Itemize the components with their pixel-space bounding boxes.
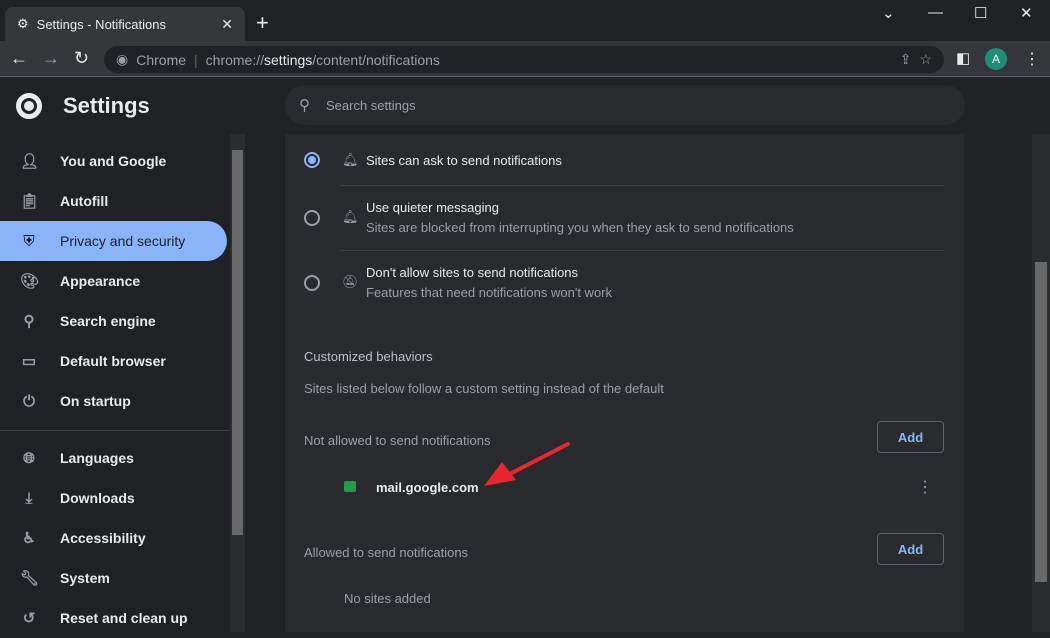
url-text: chrome://settings/content/notifications: [206, 52, 440, 68]
section-description: Sites listed below follow a custom setti…: [304, 381, 664, 396]
blocked-label: Not allowed to send notifications: [304, 433, 491, 448]
sidebar-item-label: Search engine: [60, 313, 156, 329]
address-bar[interactable]: ◉ Chrome | chrome://settings/content/not…: [104, 46, 944, 73]
tab-title: Settings - Notifications: [36, 16, 166, 32]
page-title: Settings: [63, 93, 150, 118]
power-icon: ⏻: [23, 392, 35, 410]
share-icon[interactable]: ⇪: [900, 51, 912, 68]
sidebar-item-label: On startup: [60, 393, 131, 409]
clipboard-icon: 📋︎: [20, 193, 40, 210]
globe-icon: 🌐︎: [22, 449, 35, 467]
url-prefix: chrome://: [205, 51, 265, 68]
option-subtitle: Features that need notifications won't w…: [366, 285, 613, 300]
person-icon: 👤︎: [20, 153, 40, 170]
close-tab-icon[interactable]: ✕: [221, 16, 233, 33]
sidebar-item-label: Appearance: [60, 273, 141, 289]
radio-dont-allow[interactable]: [304, 275, 320, 291]
list-item[interactable]: mail.google.com ⋮: [285, 470, 964, 504]
search-placeholder: Search settings: [326, 97, 416, 113]
omnibox-label: Chrome: [136, 51, 187, 68]
add-blocked-button[interactable]: Add: [877, 421, 944, 453]
sidebar: 👤︎ You and Google 📋︎ Autofill ⛨ Privacy and s…: [0, 134, 230, 632]
sidebar-item-search-engine[interactable]: ⚲ Search engine: [0, 301, 227, 341]
sidebar-item-label: You and Google: [60, 153, 167, 169]
sidebar-item-autofill[interactable]: 📋︎ Autofill: [0, 181, 227, 221]
notifications-card: 🔔︎ Sites can ask to send notifications 🔔…: [285, 134, 964, 632]
sidebar-item-label: Default browser: [60, 353, 166, 369]
option-title: Don't allow sites to send notifications: [366, 265, 579, 280]
option-subtitle: Sites are blocked from interrupting you …: [366, 220, 794, 235]
search-input[interactable]: ⚲ Search settings: [285, 85, 965, 125]
sidebar-item-accessibility[interactable]: ♿︎ Accessibility: [0, 518, 227, 558]
divider: [340, 250, 944, 251]
sidebar-scrollbar-thumb[interactable]: [232, 150, 243, 535]
tab-settings[interactable]: ⚙ Settings - Notifications ✕: [5, 7, 245, 41]
forward-button[interactable]: →: [42, 48, 60, 69]
search-icon: ⚲: [23, 313, 35, 330]
close-window-button[interactable]: ✕: [1020, 4, 1033, 22]
sidebar-item-you-and-google[interactable]: 👤︎ You and Google: [0, 141, 227, 181]
history-icon: ↺: [22, 610, 36, 627]
omnibox-separator: |: [194, 51, 198, 68]
sidebar-item-default-browser[interactable]: ▭ Default browser: [0, 341, 227, 381]
sidebar-item-label: Reset and clean up: [60, 610, 188, 626]
gear-icon: ⚙: [17, 16, 29, 31]
sidebar-divider: [0, 430, 230, 431]
divider: [340, 185, 944, 186]
sidebar-item-reset-and-clean-up[interactable]: ↺ Reset and clean up: [0, 598, 227, 638]
bell-off-icon: 🔕︎: [342, 274, 359, 289]
shield-icon: ⛨: [23, 232, 35, 250]
avatar[interactable]: A: [985, 48, 1007, 70]
bookmark-star-icon[interactable]: ☆: [919, 51, 932, 68]
site-url: mail.google.com: [376, 480, 479, 495]
browser-icon: ▭: [21, 353, 37, 370]
sidebar-item-privacy-and-security[interactable]: ⛨ Privacy and security: [0, 221, 227, 261]
section-heading: Customized behaviors: [304, 349, 433, 364]
bell-icon: 🔔︎: [342, 209, 359, 224]
option-title: Sites can ask to send notifications: [366, 153, 562, 168]
sidebar-item-label: Languages: [60, 450, 134, 466]
search-icon: ⚲: [299, 97, 310, 114]
bell-icon: 🔔︎: [342, 152, 359, 167]
sidebar-item-downloads[interactable]: ⤓ Downloads: [0, 478, 227, 518]
wrench-icon: 🔧︎: [20, 570, 40, 587]
radio-quieter-messaging[interactable]: [304, 210, 320, 226]
empty-list-text: No sites added: [344, 591, 431, 606]
accessibility-icon: ♿︎: [22, 530, 36, 547]
back-button[interactable]: ←: [10, 48, 28, 69]
sidebar-item-label: Downloads: [60, 490, 135, 506]
sidebar-item-label: Privacy and security: [60, 233, 186, 249]
palette-icon: 🎨︎: [20, 273, 40, 290]
more-actions-icon[interactable]: ⋮: [917, 477, 933, 497]
radio-sites-can-ask[interactable]: [304, 152, 320, 168]
annotation-arrow: [484, 442, 570, 486]
side-panel-icon[interactable]: ◧: [956, 49, 970, 67]
chrome-icon: ◉: [116, 51, 129, 67]
download-icon: ⤓: [25, 489, 33, 507]
reload-button[interactable]: ↻: [74, 48, 89, 69]
menu-icon[interactable]: ⋮: [1024, 49, 1040, 69]
add-allowed-button[interactable]: Add: [877, 533, 944, 565]
main-scrollbar-thumb[interactable]: [1035, 262, 1047, 582]
chrome-logo-icon: [16, 93, 42, 119]
tab-search-icon[interactable]: ⌄: [882, 4, 895, 22]
sidebar-item-on-startup[interactable]: ⏻ On startup: [0, 381, 227, 421]
sidebar-item-languages[interactable]: 🌐︎ Languages: [0, 438, 227, 478]
site-favicon-icon: [344, 481, 356, 492]
minimize-button[interactable]: —: [928, 4, 943, 21]
allowed-label: Allowed to send notifications: [304, 545, 469, 560]
maximize-button[interactable]: ☐: [974, 4, 987, 22]
url-host: settings: [264, 51, 313, 68]
sidebar-item-label: Autofill: [60, 193, 109, 209]
url-path: /content/notifications: [312, 51, 440, 68]
sidebar-item-appearance[interactable]: 🎨︎ Appearance: [0, 261, 227, 301]
sidebar-item-system[interactable]: 🔧︎ System: [0, 558, 227, 598]
new-tab-button[interactable]: +: [256, 10, 269, 36]
sidebar-item-label: Accessibility: [60, 530, 146, 546]
option-title: Use quieter messaging: [366, 200, 499, 215]
sidebar-item-label: System: [60, 570, 110, 586]
